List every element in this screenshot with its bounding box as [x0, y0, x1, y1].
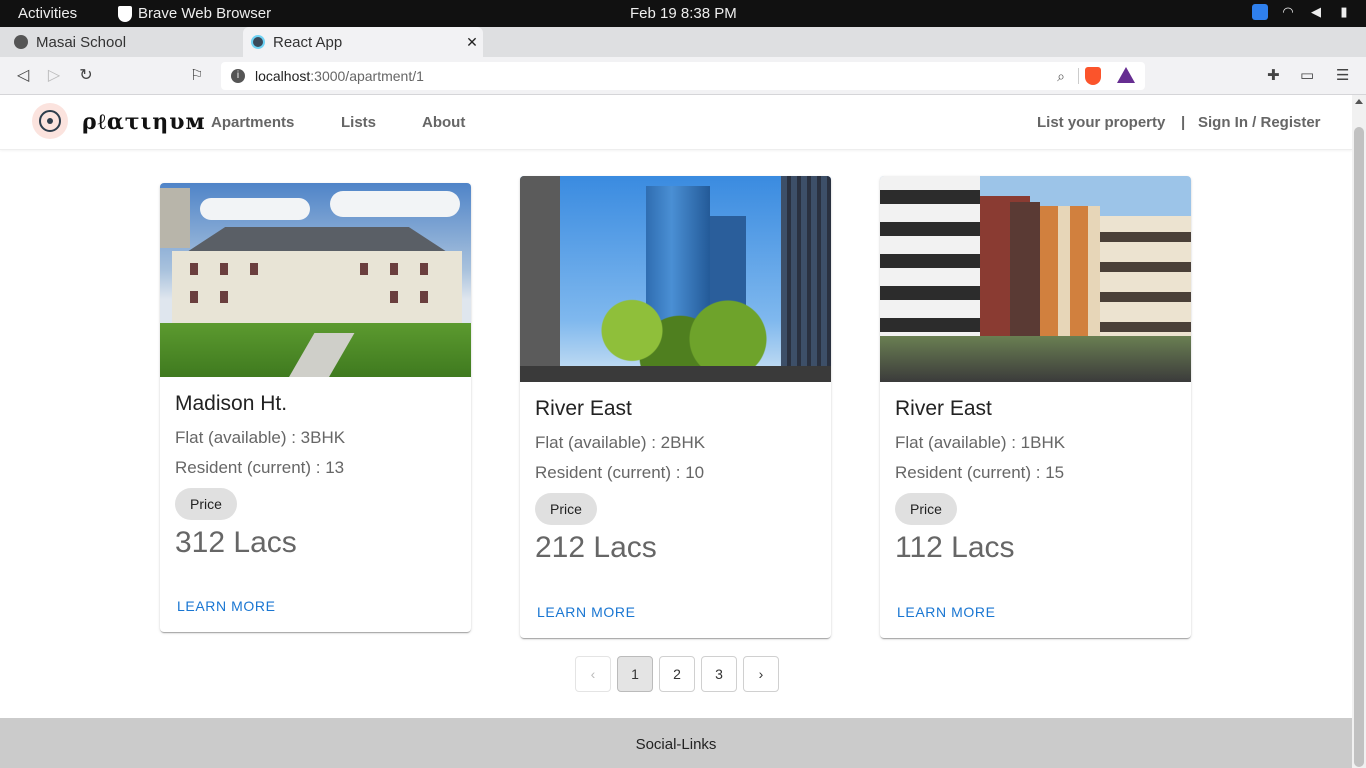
learn-more-button[interactable]: LEARN MORE [537, 604, 636, 620]
app-menu[interactable]: Brave Web Browser [118, 5, 271, 22]
tab-react-app[interactable]: React App ✕ [243, 27, 483, 57]
flat-available: Flat (available) : 2BHK [535, 433, 706, 452]
brave-shields-icon[interactable] [1085, 67, 1101, 85]
tab-title: React App [273, 33, 343, 51]
nav-apartments[interactable]: Apartments [211, 114, 294, 131]
page-button-1[interactable]: 1 [617, 656, 653, 692]
battery-icon[interactable]: ▮ [1336, 4, 1352, 20]
close-tab-icon[interactable]: ✕ [461, 34, 483, 51]
wifi-icon[interactable]: ◠ [1280, 4, 1296, 20]
price-chip: Price [535, 493, 597, 525]
scrollbar-thumb[interactable] [1354, 127, 1364, 767]
menu-icon[interactable]: ☰ [1336, 66, 1349, 84]
nav-lists[interactable]: Lists [341, 114, 376, 131]
divider [1078, 68, 1079, 84]
page-button-2[interactable]: 2 [659, 656, 695, 692]
learn-more-button[interactable]: LEARN MORE [897, 604, 996, 620]
page-button-3[interactable]: 3 [701, 656, 737, 692]
brave-rewards-icon[interactable] [1117, 67, 1135, 83]
bookmark-icon[interactable]: ⚐ [190, 66, 204, 84]
price-chip: Price [895, 493, 957, 525]
browser-toolbar: ◁ ▷ ↻ ⚐ i localhost:3000/apartment/1 ⌕ ✚… [0, 57, 1366, 95]
app-header: ρℓατιηυм Apartments Lists About List you… [0, 95, 1352, 150]
scroll-up-icon[interactable] [1355, 99, 1363, 104]
footer: Social-Links [0, 718, 1352, 768]
sign-in-link[interactable]: Sign In / Register [1198, 114, 1321, 131]
volume-icon[interactable]: ◀ [1308, 4, 1324, 20]
react-icon [251, 35, 265, 49]
tab-strip: Masai School React App ✕ + ⌄ [0, 27, 1366, 79]
system-top-bar: Activities Brave Web Browser Feb 19 8:38… [0, 0, 1366, 27]
reload-icon[interactable]: ↻ [76, 66, 96, 86]
brave-icon [118, 5, 132, 22]
apartment-card: Madison Ht. Flat (available) : 3BHK Resi… [160, 183, 471, 632]
zoom-icon[interactable]: ⌕ [1057, 68, 1065, 85]
learn-more-button[interactable]: LEARN MORE [177, 598, 276, 614]
clock[interactable]: Feb 19 8:38 PM [630, 5, 737, 22]
pagination: ‹ 1 2 3 › [575, 656, 779, 692]
resident-count: Resident (current) : 10 [535, 463, 705, 482]
page-viewport: ρℓατιηυм Apartments Lists About List you… [0, 95, 1352, 768]
url-path: :3000/apartment/1 [310, 68, 424, 84]
chevron-right-icon[interactable]: › [743, 656, 779, 692]
apartment-price: 112 Lacs [895, 531, 1015, 564]
list-property-link[interactable]: List your property [1037, 114, 1165, 131]
back-icon[interactable]: ◁ [13, 66, 33, 86]
apartment-title: River East [895, 397, 992, 420]
price-chip: Price [175, 488, 237, 520]
apartment-card: River East Flat (available) : 1BHK Resid… [880, 176, 1191, 638]
nav-about[interactable]: About [422, 114, 465, 131]
extensions-icon[interactable]: ✚ [1267, 66, 1280, 84]
chevron-left-icon[interactable]: ‹ [575, 656, 611, 692]
apartment-title: River East [535, 397, 632, 420]
apartment-photo [520, 176, 831, 382]
apartment-price: 312 Lacs [175, 526, 297, 559]
header-divider: | [1181, 114, 1186, 131]
apartment-photo [160, 183, 471, 377]
address-bar[interactable]: i localhost:3000/apartment/1 ⌕ [221, 62, 1145, 90]
apartment-photo [880, 176, 1191, 382]
tab-masai-school[interactable]: Masai School [0, 27, 242, 57]
flat-available: Flat (available) : 1BHK [895, 433, 1066, 452]
apartment-card: River East Flat (available) : 2BHK Resid… [520, 176, 831, 638]
activities-button[interactable]: Activities [18, 5, 77, 22]
app-name: Brave Web Browser [138, 5, 272, 22]
camera-icon[interactable] [1252, 4, 1268, 20]
brand-name[interactable]: ρℓατιηυм [82, 109, 206, 135]
logo-icon[interactable] [32, 103, 68, 139]
apartment-title: Madison Ht. [175, 392, 288, 415]
resident-count: Resident (current) : 13 [175, 458, 345, 477]
site-info-icon[interactable]: i [231, 69, 245, 83]
flat-available: Flat (available) : 3BHK [175, 428, 346, 447]
apartment-price: 212 Lacs [535, 531, 657, 564]
globe-icon [14, 35, 28, 49]
resident-count: Resident (current) : 15 [895, 463, 1065, 482]
wallet-icon[interactable]: ▭ [1300, 66, 1314, 84]
page-scrollbar[interactable] [1352, 95, 1366, 768]
url-host: localhost [255, 68, 311, 84]
tab-title: Masai School [36, 33, 127, 51]
system-tray[interactable]: ◠ ◀ ▮ [1252, 4, 1352, 20]
social-links-text: Social-Links [635, 735, 717, 753]
forward-icon[interactable]: ▷ [44, 66, 64, 86]
